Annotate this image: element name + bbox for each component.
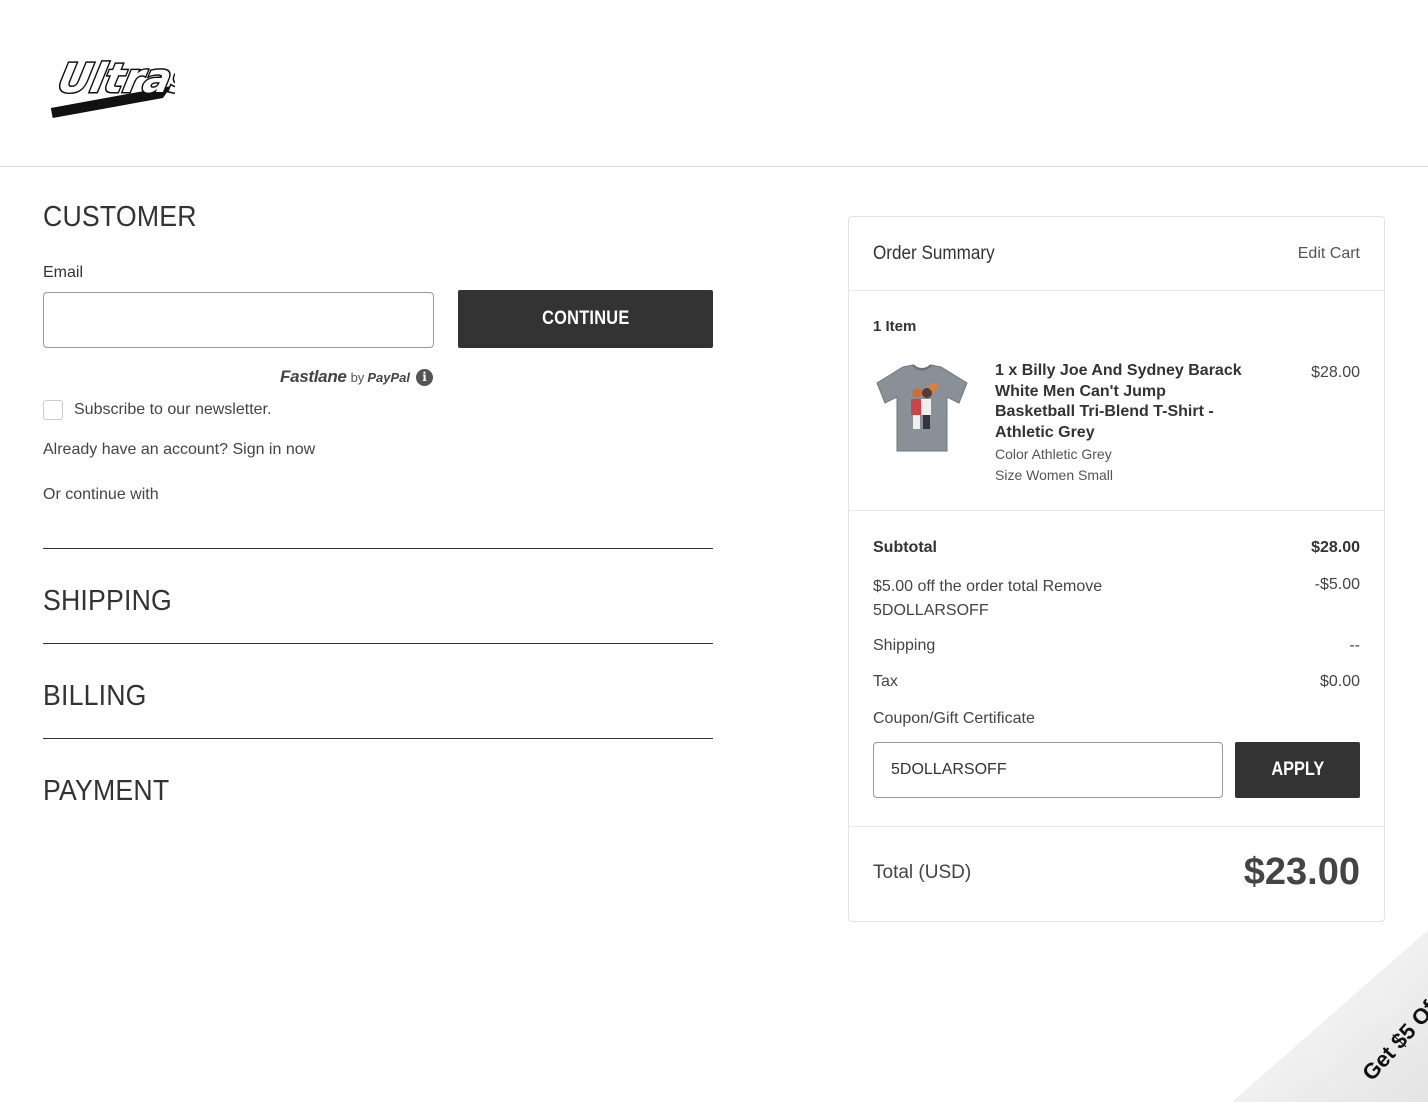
continue-label: CONTINUE <box>541 308 630 329</box>
promo-corner-tab[interactable]: Get $5 Off! <box>1200 930 1428 1102</box>
subtotal-value: $28.00 <box>1311 539 1360 556</box>
coupon-label: Coupon/Gift Certificate <box>873 710 1035 727</box>
newsletter-option[interactable]: Subscribe to our newsletter. <box>43 400 271 420</box>
payment-title: PAYMENT <box>43 775 170 807</box>
coupon-field[interactable] <box>873 742 1223 798</box>
fastlane-paypal-badge: Fastlane by PayPal i <box>280 367 433 387</box>
product-price: $28.00 <box>1311 364 1360 381</box>
billing-title: BILLING <box>43 680 147 712</box>
discount-label: $5.00 off the order total Remove 5DOLLAR… <box>873 578 1103 619</box>
shipping-value: -- <box>1349 637 1360 654</box>
subtotal-label: Subtotal <box>873 539 937 556</box>
divider <box>849 510 1384 511</box>
email-field[interactable] <box>43 292 434 348</box>
brand-logo[interactable]: Ultras <box>50 46 175 118</box>
site-header: Ultras <box>0 0 1428 167</box>
product-size: Size Women Small <box>995 467 1114 483</box>
item-count: 1 Item <box>873 318 917 335</box>
product-name: 1 x Billy Joe And Sydney Barack White Me… <box>995 362 1242 441</box>
or-continue-label: Or continue with <box>43 486 159 503</box>
info-icon[interactable]: i <box>415 368 433 386</box>
apply-button[interactable]: APPLY <box>1235 742 1360 798</box>
order-summary-header: Order Summary Edit Cart <box>849 217 1384 291</box>
logo-text: Ultras <box>54 54 175 101</box>
email-label: Email <box>43 264 84 281</box>
sign-in-link[interactable]: Already have an account? Sign in now <box>43 441 315 459</box>
divider <box>849 826 1384 827</box>
divider <box>43 643 713 644</box>
tax-value: $0.00 <box>1319 673 1360 690</box>
continue-button[interactable]: CONTINUE <box>458 290 713 348</box>
fastlane-by: by <box>350 369 365 385</box>
discount-value: -$5.00 <box>1314 576 1360 593</box>
total-label: Total (USD) <box>873 862 972 883</box>
edit-cart-link[interactable]: Edit Cart <box>1298 245 1360 263</box>
divider <box>43 738 713 739</box>
fastlane-paypal: PayPal <box>367 369 410 385</box>
shipping-label: Shipping <box>873 637 936 654</box>
total-value: $23.00 <box>1243 851 1360 893</box>
divider <box>43 548 713 549</box>
tax-label: Tax <box>873 673 898 690</box>
customer-title: CUSTOMER <box>43 201 197 233</box>
newsletter-checkbox[interactable] <box>43 400 63 420</box>
newsletter-label: Subscribe to our newsletter. <box>74 401 272 418</box>
product-color: Color Athletic Grey <box>995 446 1112 462</box>
shipping-title: SHIPPING <box>43 585 172 617</box>
product-tshirt-image <box>876 364 968 452</box>
order-summary: Order Summary Edit Cart 1 Item 1 x Billy… <box>848 216 1385 922</box>
apply-label: APPLY <box>1271 759 1324 780</box>
fastlane-word: Fastlane <box>280 367 347 386</box>
order-summary-title: Order Summary <box>873 243 995 264</box>
